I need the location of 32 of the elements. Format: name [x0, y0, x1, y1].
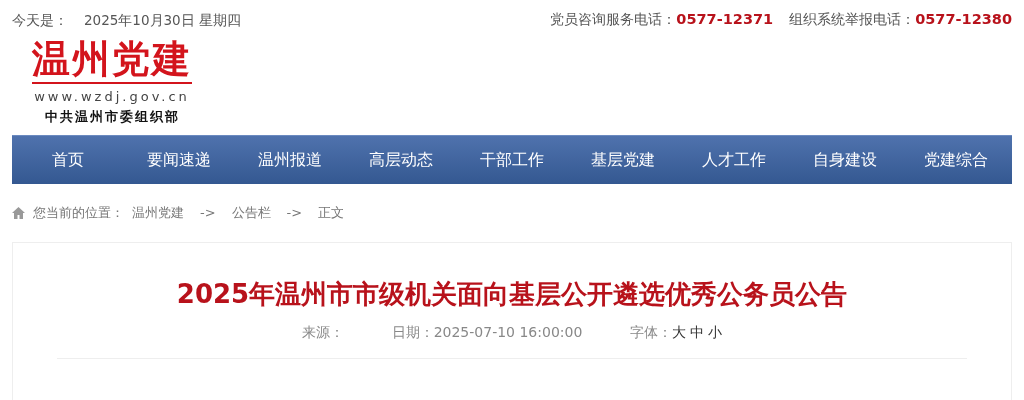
font-size-link[interactable]: 大 — [672, 322, 687, 344]
phone-number: 0577-12380 — [915, 10, 1012, 30]
font-size-link[interactable]: 中 — [690, 322, 705, 344]
font-size-link[interactable]: 小 — [708, 322, 723, 344]
breadcrumb-link[interactable]: 正文 — [318, 203, 345, 223]
nav-link[interactable]: 人才工作 — [678, 148, 790, 172]
logo-org-name: 中共温州市委组织部 — [44, 107, 180, 126]
date-label: 今天是： — [12, 10, 68, 30]
hotline-label: 组织系统举报电话： — [789, 10, 916, 30]
nav-link[interactable]: 温州报道 — [234, 148, 346, 172]
nav-link[interactable]: 首页 — [12, 148, 124, 172]
current-date: 2025年10月30日 星期四 — [84, 10, 241, 30]
breadcrumb-separator: -> — [286, 204, 303, 223]
logo-url: www.wzdj.gov.cn — [34, 88, 190, 106]
nav-link[interactable]: 高层动态 — [345, 148, 457, 172]
nav-link[interactable]: 要闻速递 — [123, 148, 235, 172]
breadcrumb-link[interactable]: 温州党建 — [132, 203, 184, 223]
breadcrumb-link[interactable]: 公告栏 — [231, 203, 271, 223]
breadcrumb-separator: -> — [200, 204, 216, 223]
nav-link[interactable]: 自身建设 — [789, 148, 901, 172]
home-icon — [12, 207, 25, 219]
hotline-label: 党员咨询服务电话： — [550, 10, 677, 30]
source-label: 来源： — [301, 323, 344, 343]
publish-date: 日期：2025-07-10 16:00:00 — [391, 323, 583, 343]
phone-number: 0577-12371 — [676, 10, 774, 30]
nav-link[interactable]: 干部工作 — [456, 148, 568, 172]
site-logo-title: 温州党建 — [32, 40, 192, 84]
nav-link[interactable]: 基层党建 — [567, 148, 679, 172]
article-title: 2025年温州市市级机关面向基层公开遴选优秀公务员公告 — [175, 279, 849, 311]
font-size-label: 字体： — [630, 323, 673, 343]
breadcrumb-label: 您当前的位置： — [33, 204, 124, 223]
nav-link[interactable]: 党建综合 — [900, 148, 1012, 172]
